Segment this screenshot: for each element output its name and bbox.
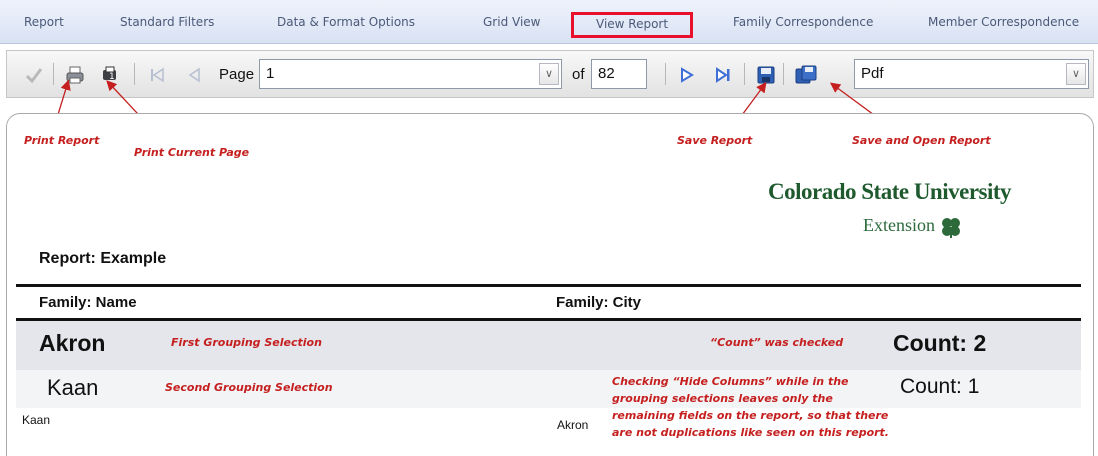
print-icon[interactable] [65, 65, 85, 85]
tab-view-report[interactable]: View Report [571, 12, 694, 38]
report-toolbar: 1 Page 1 ∨ of 82 Pdf ∨ [6, 50, 1094, 98]
annotation-print-current-page: Print Current Page [134, 146, 250, 159]
group-level-1-count: Count: 2 [893, 330, 987, 356]
group-level-2-count: Count: 1 [900, 375, 980, 398]
report-title: Report: Example [39, 250, 167, 267]
save-and-open-icon[interactable] [795, 65, 817, 85]
logo-extension: Extension [863, 215, 962, 238]
print-current-page-icon[interactable]: 1 [100, 65, 120, 85]
toolbar-separator [665, 63, 666, 85]
export-format-value: Pdf [861, 65, 884, 82]
annotation-second-grouping: Second Grouping Selection [165, 381, 333, 394]
chevron-down-icon[interactable]: ∨ [1066, 63, 1086, 85]
page-select[interactable]: 1 ∨ [259, 59, 562, 89]
annotation-save-report: Save Report [677, 134, 753, 147]
tab-grid-view[interactable]: Grid View [483, 11, 540, 35]
tab-standard-filters[interactable]: Standard Filters [120, 11, 214, 35]
tab-bar: Report Standard Filters Data & Format Op… [0, 0, 1098, 44]
chevron-down-icon[interactable]: ∨ [539, 63, 559, 85]
total-pages-field: 82 [591, 59, 647, 89]
toolbar-separator [783, 63, 784, 85]
column-header-family-name: Family: Name [39, 294, 137, 311]
detail-family-name: Kaan [22, 413, 51, 427]
toolbar-separator [53, 63, 54, 85]
group-level-1-value: Akron [39, 330, 106, 356]
check-icon[interactable] [24, 65, 44, 85]
annotation-count-checked: “Count” was checked [710, 336, 844, 349]
next-page-icon[interactable] [677, 65, 697, 85]
logo-extension-text: Extension [863, 215, 935, 235]
tab-member-correspondence[interactable]: Member Correspondence [928, 11, 1079, 35]
annotation-save-and-open-report: Save and Open Report [852, 134, 991, 147]
annotation-hide-columns-line: are not duplications like seen on this r… [612, 426, 889, 439]
previous-page-icon[interactable] [185, 65, 205, 85]
export-format-select[interactable]: Pdf ∨ [854, 59, 1089, 89]
column-header-family-city: Family: City [556, 294, 642, 311]
annotation-print-report: Print Report [24, 134, 100, 147]
page-select-value: 1 [266, 65, 275, 82]
annotation-hide-columns-line: Checking “Hide Columns” while in the [612, 375, 849, 388]
first-page-icon[interactable] [147, 65, 167, 85]
group-level-2-value: Kaan [47, 375, 99, 400]
annotation-hide-columns-line: grouping selections leaves only the [612, 392, 833, 405]
total-pages-value: 82 [598, 65, 615, 82]
tab-report[interactable]: Report [24, 11, 64, 35]
page-label: Page [219, 66, 255, 83]
last-page-icon[interactable] [713, 65, 733, 85]
of-label: of [572, 66, 585, 83]
annotation-first-grouping: First Grouping Selection [171, 336, 322, 349]
toolbar-separator [744, 63, 745, 85]
logo-university-name: Colorado State University [768, 179, 1012, 204]
annotation-hide-columns-line: remaining fields on the report, so that … [612, 409, 889, 422]
tab-data-format-options[interactable]: Data & Format Options [277, 11, 415, 35]
save-icon[interactable] [756, 65, 776, 85]
svg-text:1: 1 [109, 72, 115, 82]
clover-logo-icon [941, 217, 960, 238]
header-top-rule [16, 284, 1081, 287]
detail-family-city: Akron [557, 418, 589, 432]
toolbar-separator [134, 63, 135, 85]
annotation-hide-columns: Checking “Hide Columns” while in the gro… [612, 373, 889, 441]
tab-family-correspondence[interactable]: Family Correspondence [733, 11, 873, 35]
